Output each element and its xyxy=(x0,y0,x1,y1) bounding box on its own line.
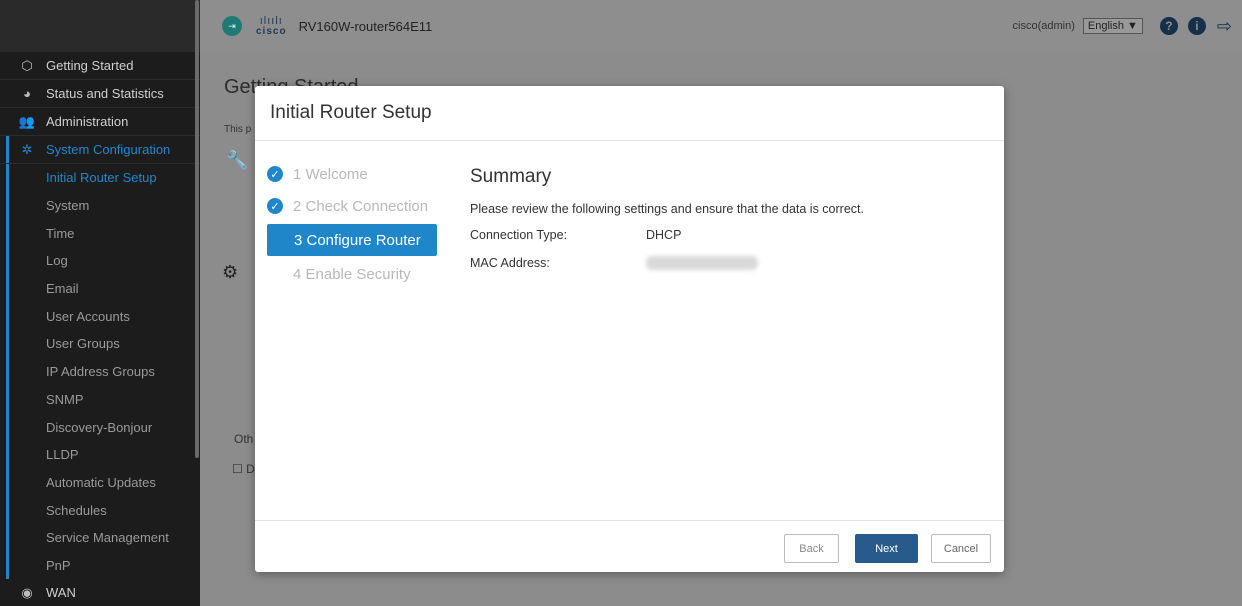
sidebar-sub-automatic-updates[interactable]: Automatic Updates xyxy=(0,469,200,497)
cancel-button[interactable]: Cancel xyxy=(931,534,991,563)
getting-started-icon: ⬡ xyxy=(21,57,33,73)
help-icon[interactable]: ? xyxy=(1159,17,1178,35)
step-label: 4 Enable Security xyxy=(293,265,411,283)
sidebar-item-label: System Configuration xyxy=(46,142,171,157)
sidebar-scrollbar[interactable] xyxy=(195,0,199,458)
sidebar-item-label: WAN xyxy=(46,585,76,601)
other-section-label: Oth xyxy=(234,432,254,446)
sidebar-sub-email[interactable]: Email xyxy=(0,275,200,303)
connection-type-label: Connection Type: xyxy=(470,228,568,242)
summary-description: Please review the following settings and… xyxy=(470,202,864,216)
wan-icon: ◉ xyxy=(21,584,33,600)
user-label: cisco(admin) xyxy=(1012,20,1075,32)
sidebar-item-system-configuration[interactable]: ✲ System Configuration xyxy=(0,136,200,164)
sidebar-sub-time[interactable]: Time xyxy=(0,219,200,247)
info-icon[interactable]: i xyxy=(1187,17,1206,35)
logout-icon[interactable]: ⇨ xyxy=(1217,16,1232,37)
dialog-footer: Back Next Cancel xyxy=(255,520,1004,572)
next-button[interactable]: Next xyxy=(855,534,918,563)
menu-toggle-icon[interactable]: ⇥ xyxy=(222,16,242,36)
sidebar-item-label: Getting Started xyxy=(46,58,134,73)
sidebar-sub-schedules[interactable]: Schedules xyxy=(0,496,200,524)
mac-address-row: MAC Address: xyxy=(470,256,864,270)
sidebar-sub-discovery-bonjour[interactable]: Discovery-Bonjour xyxy=(0,413,200,441)
connection-type-row: Connection Type: DHCP xyxy=(470,228,864,242)
step-enable-security[interactable]: 4 Enable Security xyxy=(267,260,437,288)
gear-icon: ✲ xyxy=(21,141,33,157)
sidebar-sub-pnp[interactable]: PnP xyxy=(0,552,200,580)
sidebar-sub-snmp[interactable]: SNMP xyxy=(0,386,200,414)
connection-type-value: DHCP xyxy=(646,228,682,242)
sidebar-item-status-and-statistics[interactable]: ◕ Status and Statistics xyxy=(0,80,200,108)
top-header: ⇥ ılıılı cisco RV160W-router564E11 cisco… xyxy=(200,0,1242,52)
step-label: 2 Check Connection xyxy=(293,197,429,215)
sidebar-item-label: Administration xyxy=(46,114,129,129)
dont-show-checkbox[interactable]: ☐ D xyxy=(232,462,255,476)
sidebar-sub-service-management[interactable]: Service Management xyxy=(0,524,200,552)
page-intro-text: This p xyxy=(224,124,252,135)
sidebar-sub-user-accounts[interactable]: User Accounts xyxy=(0,302,200,330)
step-welcome[interactable]: ✓ 1 Welcome xyxy=(267,160,437,188)
step-configure-router[interactable]: 3 Configure Router xyxy=(267,224,437,256)
check-circle-icon: ✓ xyxy=(267,166,283,182)
cisco-logo-bars: ılıılı xyxy=(259,14,283,27)
sidebar-item-getting-started[interactable]: ⬡ Getting Started xyxy=(0,52,200,80)
status-icon: ◕ xyxy=(23,86,31,101)
sidebar-sub-system[interactable]: System xyxy=(0,192,200,220)
sidebar-top xyxy=(0,0,200,52)
system-configuration-group: ✲ System Configuration Initial Router Se… xyxy=(0,136,200,580)
wizard-steps: ✓ 1 Welcome ✓ 2 Check Connection 3 Confi… xyxy=(267,160,437,292)
sidebar-sub-ip-address-groups[interactable]: IP Address Groups xyxy=(0,358,200,386)
wrench-icon: 🔧 xyxy=(226,150,249,170)
sidebar-item-wan[interactable]: ◉ WAN xyxy=(0,579,200,606)
cisco-logo: ılıılı cisco xyxy=(256,14,287,37)
header-right: cisco(admin) English ▼ ? i ⇨ xyxy=(1013,16,1232,37)
sidebar-item-label: Status and Statistics xyxy=(46,86,164,101)
language-select[interactable]: English ▼ xyxy=(1082,18,1143,34)
step-label: 1 Welcome xyxy=(293,165,368,183)
mac-address-label: MAC Address: xyxy=(470,256,550,270)
dialog-title: Initial Router Setup xyxy=(255,86,1004,141)
device-name: RV160W-router564E11 xyxy=(298,18,433,34)
sidebar-sub-initial-router-setup[interactable]: Initial Router Setup xyxy=(0,164,200,192)
sidebar-sub-log[interactable]: Log xyxy=(0,247,200,275)
summary-panel: Summary Please review the following sett… xyxy=(470,166,864,284)
step-check-connection[interactable]: ✓ 2 Check Connection xyxy=(267,192,437,220)
gears-icon: ⚙ xyxy=(222,262,239,282)
sidebar-sub-user-groups[interactable]: User Groups xyxy=(0,330,200,358)
sidebar: ⬡ Getting Started ◕ Status and Statistic… xyxy=(0,0,200,606)
check-circle-icon: ✓ xyxy=(267,198,283,214)
step-label: 3 Configure Router xyxy=(294,231,421,249)
sidebar-sub-lldp[interactable]: LLDP xyxy=(0,441,200,469)
mac-address-value-redacted xyxy=(646,256,758,270)
initial-router-setup-dialog: Initial Router Setup ✓ 1 Welcome ✓ 2 Che… xyxy=(255,86,1004,572)
cisco-logo-word: cisco xyxy=(256,25,287,37)
back-button[interactable]: Back xyxy=(784,534,839,563)
summary-title: Summary xyxy=(470,166,552,187)
sidebar-item-administration[interactable]: 👥 Administration xyxy=(0,108,200,136)
administration-icon: 👥 xyxy=(18,113,36,129)
